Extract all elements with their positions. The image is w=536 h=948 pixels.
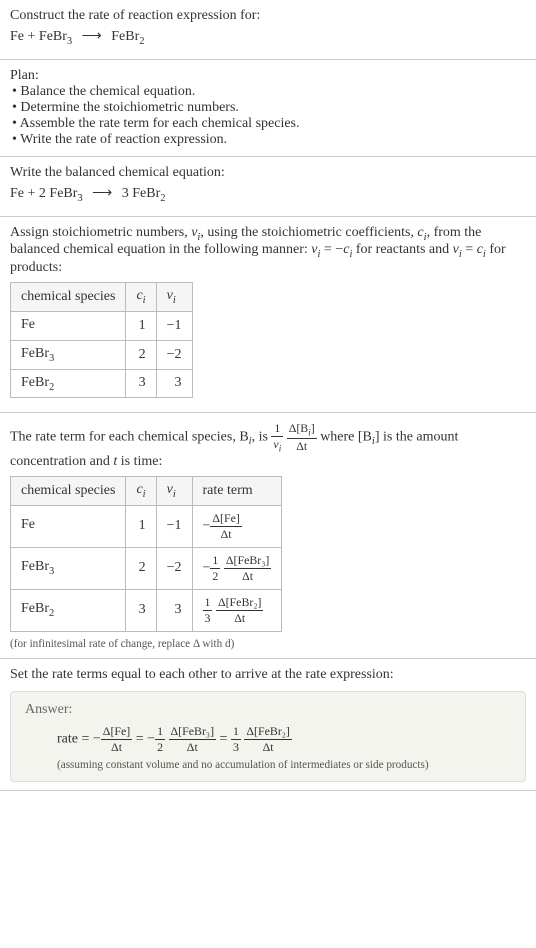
reactant-1: Fe (10, 29, 24, 44)
rate-expression: rate = −Δ[Fe]Δt = −12 Δ[FeBr₃]Δt = 13 Δ[… (57, 724, 511, 755)
plan-item: • Determine the stoichiometric numbers. (12, 100, 526, 116)
table-row: FeBr3 2 −2 (11, 340, 193, 369)
col-ci: ci (126, 283, 156, 312)
product-1: FeBr (111, 29, 139, 44)
plan-item: • Balance the chemical equation. (12, 84, 526, 100)
col-species: chemical species (11, 283, 126, 312)
assign-text: Assign stoichiometric numbers, νi, using… (10, 225, 526, 277)
assign-section: Assign stoichiometric numbers, νi, using… (0, 217, 536, 414)
balanced-equation: Fe + 2 FeBr3 ⟶ 3 FeBr2 (10, 185, 526, 204)
final-section: Set the rate terms equal to each other t… (0, 659, 536, 791)
arrow-icon: ⟶ (92, 185, 112, 202)
final-title: Set the rate terms equal to each other t… (10, 667, 526, 683)
unbalanced-equation: Fe + FeBr3 ⟶ FeBr2 (10, 28, 526, 47)
table-row: Fe 1 −1 −Δ[Fe]Δt (11, 505, 282, 547)
table-row: Fe 1 −1 (11, 311, 193, 340)
rate-term-text: The rate term for each chemical species,… (10, 421, 526, 469)
table-row: FeBr2 3 3 (11, 369, 193, 398)
rate-term-table: chemical species ci νi rate term Fe 1 −1… (10, 476, 282, 632)
plan-section: Plan: • Balance the chemical equation. •… (0, 60, 536, 157)
answer-label: Answer: (25, 702, 511, 718)
header-section: Construct the rate of reaction expressio… (0, 0, 536, 60)
col-rate: rate term (192, 476, 282, 505)
prompt-title: Construct the rate of reaction expressio… (10, 8, 526, 24)
col-species: chemical species (11, 476, 126, 505)
reactant-2: FeBr (39, 29, 67, 44)
fraction: 1νi (271, 421, 283, 453)
table-header-row: chemical species ci νi (11, 283, 193, 312)
table-row: FeBr2 3 3 13 Δ[FeBr₂]Δt (11, 589, 282, 631)
rate-term-section: The rate term for each chemical species,… (0, 413, 536, 658)
table-row: FeBr3 2 −2 −12 Δ[FeBr₃]Δt (11, 547, 282, 589)
assumption-note: (assuming constant volume and no accumul… (57, 759, 511, 771)
balanced-section: Write the balanced chemical equation: Fe… (0, 157, 536, 217)
plan-item: • Write the rate of reaction expression. (12, 132, 526, 148)
plan-item: • Assemble the rate term for each chemic… (12, 116, 526, 132)
col-nui: νi (156, 283, 192, 312)
balanced-title: Write the balanced chemical equation: (10, 165, 526, 181)
answer-box: Answer: rate = −Δ[Fe]Δt = −12 Δ[FeBr₃]Δt… (10, 691, 526, 782)
col-nui: νi (156, 476, 192, 505)
stoichiometry-table: chemical species ci νi Fe 1 −1 FeBr3 2 −… (10, 282, 193, 398)
arrow-icon: ⟶ (82, 28, 102, 45)
col-ci: ci (126, 476, 156, 505)
table-header-row: chemical species ci νi rate term (11, 476, 282, 505)
infinitesimal-note: (for infinitesimal rate of change, repla… (10, 638, 526, 650)
plan-title: Plan: (10, 68, 526, 84)
fraction: Δ[Bi]Δt (287, 421, 317, 453)
